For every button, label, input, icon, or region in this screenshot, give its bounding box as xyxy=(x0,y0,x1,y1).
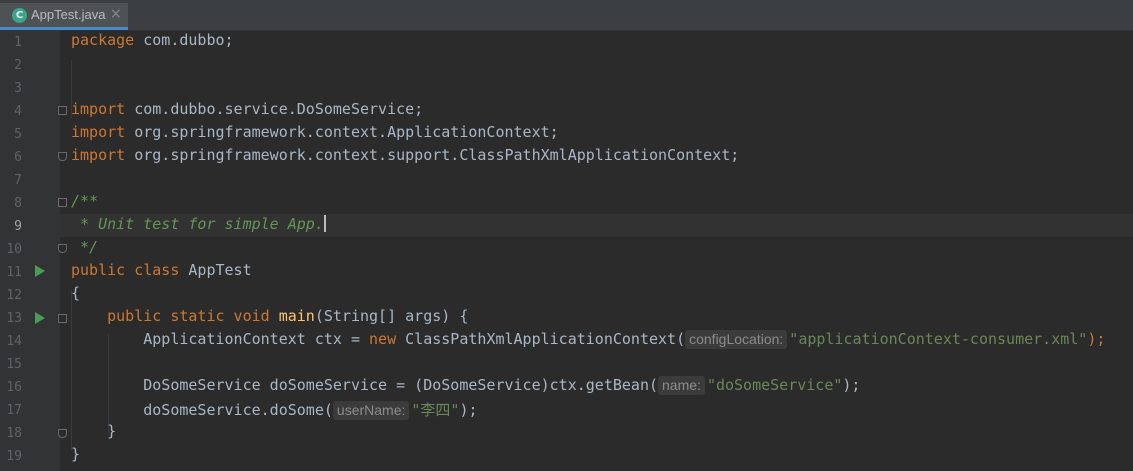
code-line-13: public static void main(String[] args) { xyxy=(71,307,468,330)
line-number: 11 xyxy=(6,265,22,280)
line-number: 8 xyxy=(14,196,22,211)
code-text: com.dubbo.service.DoSomeService; xyxy=(125,100,424,118)
code-text: AppTest xyxy=(179,261,252,279)
code-line-9: * Unit test for simple App. xyxy=(71,215,326,238)
parameter-hint: configLocation: xyxy=(685,330,788,349)
keyword: import xyxy=(71,123,126,141)
line-number: 16 xyxy=(6,380,22,395)
code-line-17: doSomeService.doSome(userName: "李四"); xyxy=(71,399,478,422)
fold-end-icon[interactable] xyxy=(58,152,67,161)
fold-method-icon[interactable] xyxy=(58,314,67,323)
editor-tab-bar: C AppTest.java × xyxy=(0,0,1133,31)
keyword: public static void xyxy=(107,307,270,325)
code-line-18: } xyxy=(71,422,116,445)
comment: */ xyxy=(71,238,99,256)
run-main-icon[interactable] xyxy=(35,312,45,324)
code-text: ); xyxy=(1087,330,1106,348)
code-line-10: */ xyxy=(71,238,98,261)
string-literal: "applicationContext-consumer.xml" xyxy=(789,330,1088,348)
code-line-8: /** xyxy=(71,192,98,215)
line-number: 14 xyxy=(6,334,22,349)
keyword: import xyxy=(71,146,126,164)
line-number: 17 xyxy=(6,403,22,418)
parameter-hint: name: xyxy=(658,376,705,395)
code-line-11: public class AppTest xyxy=(71,261,252,284)
code-text: ClassPathXmlApplicationContext( xyxy=(396,330,686,348)
code-text: doSomeService.doSome( xyxy=(143,401,333,419)
keyword: import xyxy=(71,100,126,118)
code-text: { xyxy=(71,284,81,302)
fold-imports-icon[interactable] xyxy=(58,106,67,115)
line-number: 15 xyxy=(6,357,22,372)
code-line-5: import org.springframework.context.Appli… xyxy=(71,123,559,146)
code-text: } xyxy=(71,422,117,440)
line-number: 5 xyxy=(14,127,22,142)
method-name: main xyxy=(278,307,315,325)
code-line-6: import org.springframework.context.suppo… xyxy=(71,146,739,169)
code-text: com.dubbo; xyxy=(134,31,234,49)
code-line-16: DoSomeService doSomeService = (DoSomeSer… xyxy=(71,376,860,399)
line-number: 3 xyxy=(14,81,22,96)
fold-end-icon[interactable] xyxy=(58,429,67,438)
fold-end-icon[interactable] xyxy=(58,244,67,253)
close-icon[interactable]: × xyxy=(110,6,122,22)
line-number: 6 xyxy=(14,150,22,165)
text-caret xyxy=(323,215,326,232)
line-number: 13 xyxy=(6,311,22,326)
code-text: ); xyxy=(842,376,861,394)
string-literal: "李四" xyxy=(411,401,460,419)
line-number: 2 xyxy=(14,58,22,73)
line-number: 4 xyxy=(14,104,22,119)
fold-comment-icon[interactable] xyxy=(58,198,67,207)
string-literal: "doSomeService" xyxy=(706,376,843,394)
code-text: ); xyxy=(459,401,478,419)
run-class-icon[interactable] xyxy=(35,265,45,277)
code-line-14: ApplicationContext ctx = new ClassPathXm… xyxy=(71,330,1105,353)
code-line-12: { xyxy=(71,284,80,307)
code-line-4: import com.dubbo.service.DoSomeService; xyxy=(71,100,423,123)
line-number: 10 xyxy=(6,242,22,257)
line-number: 12 xyxy=(6,288,22,303)
code-text: org.springframework.context.ApplicationC… xyxy=(125,123,559,141)
line-number: 9 xyxy=(14,219,22,234)
tab-label: AppTest.java xyxy=(31,7,106,22)
parameter-hint: userName: xyxy=(332,401,410,420)
code-text: org.springframework.context.support.Clas… xyxy=(125,146,740,164)
line-number: 1 xyxy=(14,35,22,50)
code-text: ApplicationContext ctx = xyxy=(143,330,370,348)
java-class-icon: C xyxy=(12,8,27,23)
code-text: DoSomeService doSomeService = (DoSomeSer… xyxy=(143,376,659,394)
line-number: 19 xyxy=(6,449,22,464)
line-number: 7 xyxy=(14,173,22,188)
tab-apptest-java[interactable]: C AppTest.java × xyxy=(0,3,128,30)
keyword: public class xyxy=(71,261,180,279)
keyword: new xyxy=(369,330,397,348)
line-number: 18 xyxy=(6,426,22,441)
code-text: } xyxy=(71,445,81,463)
code-line-19: } xyxy=(71,445,80,468)
comment: * Unit test for simple App. xyxy=(71,215,324,233)
comment: /** xyxy=(71,192,99,210)
code-text: (String[] args) { xyxy=(314,307,469,325)
keyword: package xyxy=(71,31,135,49)
code-line-1: package com.dubbo; xyxy=(71,31,234,54)
